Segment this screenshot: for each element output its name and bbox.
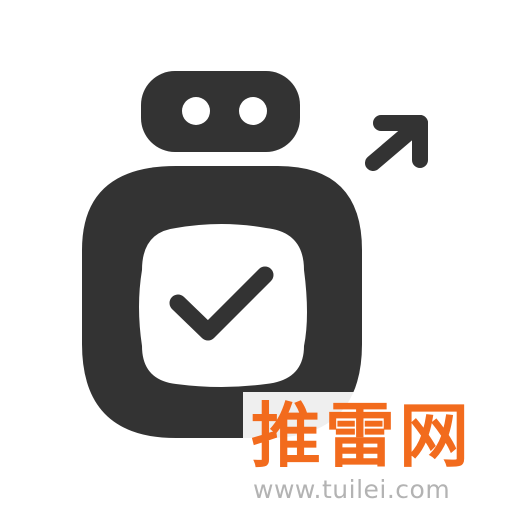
arrow-up-right-icon bbox=[365, 115, 428, 171]
watermark-url-text: www.tuilei.com bbox=[253, 475, 451, 504]
app-icon-canvas: 推雷网 www.tuilei.com bbox=[0, 0, 512, 512]
robot-right-eye bbox=[239, 97, 267, 125]
watermark-brand-text: 推雷网 bbox=[251, 395, 473, 477]
watermark: 推雷网 www.tuilei.com bbox=[243, 392, 512, 512]
robot-left-eye bbox=[182, 97, 210, 125]
robot-head-icon bbox=[141, 71, 300, 152]
